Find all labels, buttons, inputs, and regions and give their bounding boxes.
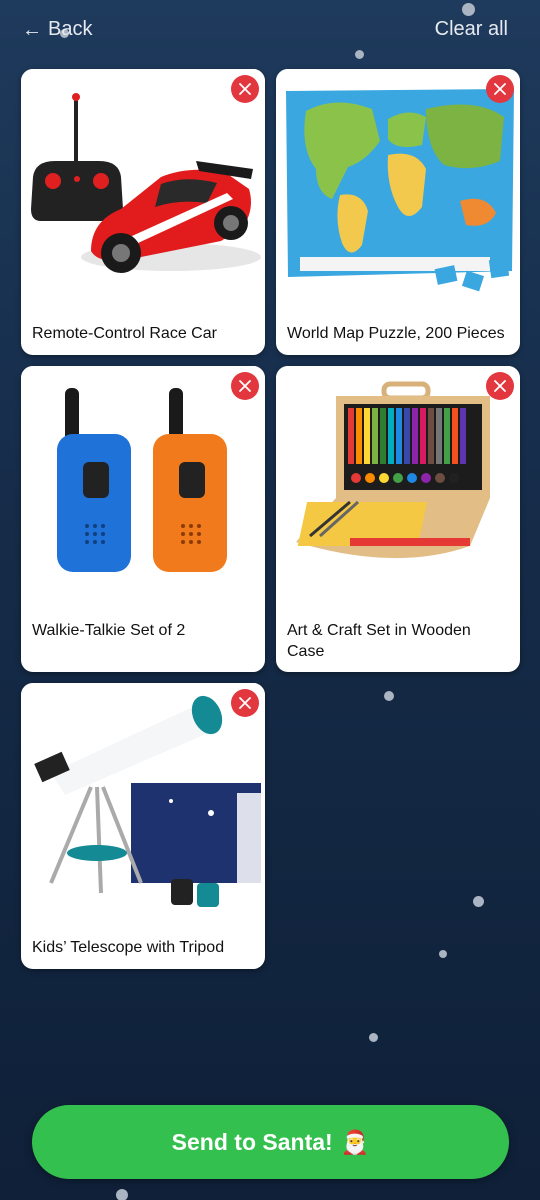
wishlist-card[interactable]: Remote-Control Race Car (21, 69, 265, 355)
wishlist-card[interactable]: Walkie-Talkie Set of 2 (21, 366, 265, 672)
snowflake (116, 1189, 128, 1200)
snowflake (473, 896, 484, 907)
remove-item-button[interactable] (231, 372, 259, 400)
rc-car-icon (21, 69, 265, 309)
send-label: Send to Santa! (171, 1128, 333, 1155)
santa-icon: 🎅 (340, 1128, 370, 1155)
remove-item-button[interactable] (231, 689, 259, 717)
wishlist-card[interactable]: Kids’ Telescope with Tripod (21, 683, 265, 969)
close-icon (239, 380, 251, 392)
item-name: Remote-Control Race Car (32, 325, 217, 342)
top-bar: ← Back Clear all (0, 0, 540, 64)
item-name: Kids’ Telescope with Tripod (32, 939, 225, 956)
close-icon (494, 380, 506, 392)
walkie-talkie-icon (21, 366, 265, 606)
remove-item-button[interactable] (486, 372, 514, 400)
telescope-icon (21, 683, 265, 923)
snowflake (439, 950, 447, 958)
close-icon (239, 697, 251, 709)
snowflake (369, 1033, 378, 1042)
wishlist-card[interactable]: World Map Puzzle, 200 Pieces (276, 69, 520, 355)
item-name: Art & Craft Set in Wooden Case (287, 622, 471, 660)
snowflake (384, 691, 394, 701)
send-to-santa-button[interactable]: Send to Santa! 🎅 (32, 1105, 509, 1179)
clear-all-button[interactable]: Clear all (435, 18, 508, 41)
close-icon (239, 83, 251, 95)
item-name: World Map Puzzle, 200 Pieces (287, 325, 505, 342)
back-label: Back (48, 18, 93, 40)
art-set-icon (276, 366, 520, 606)
puzzle-icon (276, 69, 520, 309)
back-arrow-icon: ← (22, 18, 42, 41)
remove-item-button[interactable] (231, 75, 259, 103)
wishlist-card[interactable]: Art & Craft Set in Wooden Case (276, 366, 520, 672)
item-name: Walkie-Talkie Set of 2 (32, 622, 186, 639)
back-button[interactable]: ← Back (22, 18, 92, 41)
close-icon (494, 83, 506, 95)
remove-item-button[interactable] (486, 75, 514, 103)
